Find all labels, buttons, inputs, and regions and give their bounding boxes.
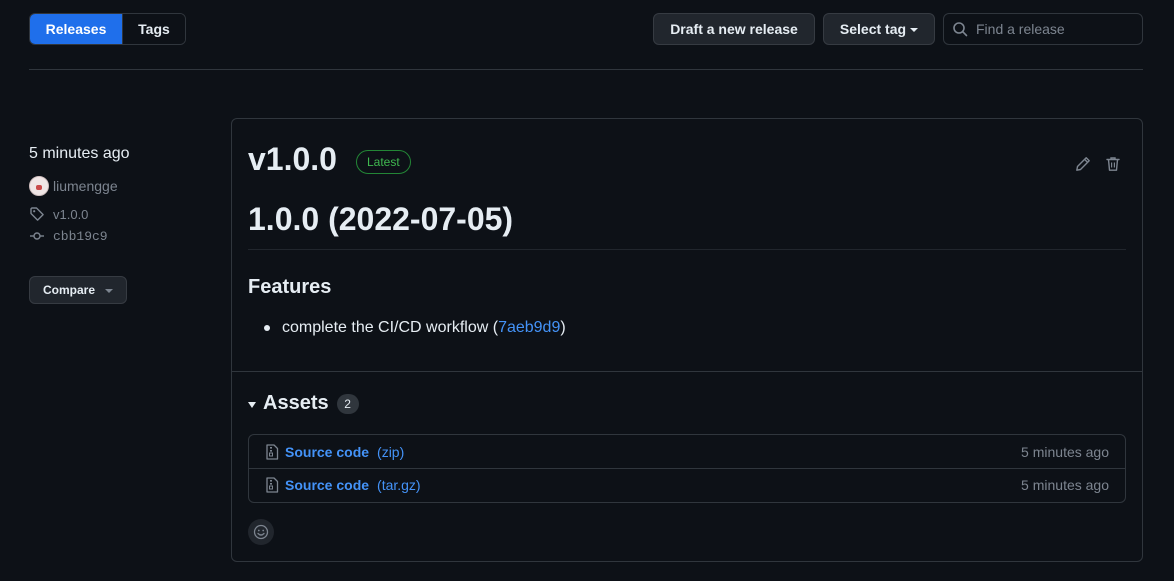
draft-new-release-label: Draft a new release bbox=[670, 21, 798, 37]
latest-badge: Latest bbox=[356, 150, 411, 174]
card-divider bbox=[232, 371, 1142, 372]
search-input[interactable] bbox=[976, 21, 1136, 37]
features-heading: Features bbox=[248, 276, 332, 298]
tab-tags[interactable]: Tags bbox=[122, 14, 185, 44]
header-divider bbox=[29, 69, 1143, 70]
triangle-down-icon bbox=[248, 401, 256, 408]
delete-release-button[interactable] bbox=[1105, 156, 1121, 175]
chevron-down-icon bbox=[105, 289, 113, 293]
release-title[interactable]: v1.0.0 bbox=[248, 141, 337, 178]
list-item: complete the CI/CD workflow (7aeb9d9) bbox=[264, 319, 566, 337]
tag-name[interactable]: v1.0.0 bbox=[53, 207, 88, 222]
tag-icon bbox=[30, 207, 44, 221]
asset-time: 5 minutes ago bbox=[1021, 443, 1109, 460]
select-tag-button[interactable]: Select tag bbox=[823, 13, 935, 45]
release-time: 5 minutes ago bbox=[29, 145, 130, 162]
assets-label: Assets bbox=[263, 392, 329, 414]
chevron-down-icon bbox=[910, 28, 919, 32]
heading-divider bbox=[248, 249, 1126, 250]
asset-row[interactable]: Source code (tar.gz) 5 minutes ago bbox=[249, 468, 1125, 501]
assets-count-badge: 2 bbox=[336, 393, 359, 414]
asset-format[interactable]: (zip) bbox=[377, 444, 404, 460]
asset-name[interactable]: Source code bbox=[285, 444, 369, 460]
compare-label: Compare bbox=[42, 283, 95, 297]
file-zip-icon bbox=[266, 443, 279, 460]
assets-toggle[interactable]: Assets 2 bbox=[248, 392, 359, 415]
edit-release-button[interactable] bbox=[1075, 156, 1091, 175]
select-tag-label: Select tag bbox=[839, 21, 907, 37]
tab-releases[interactable]: Releases bbox=[30, 14, 122, 44]
add-reaction-button[interactable] bbox=[248, 519, 274, 545]
draft-new-release-button[interactable]: Draft a new release bbox=[653, 13, 815, 45]
smiley-icon bbox=[253, 524, 269, 540]
release-commit[interactable]: cbb19c9 bbox=[29, 228, 108, 244]
release-card: v1.0.0 Latest 1.0.0 (2022-07-05) Feature… bbox=[231, 118, 1143, 562]
feature-text-end: ) bbox=[560, 319, 566, 336]
feature-text: complete the CI/CD workflow ( bbox=[282, 319, 499, 336]
asset-name[interactable]: Source code bbox=[285, 477, 369, 493]
pencil-icon bbox=[1076, 157, 1090, 171]
releases-tags-switch: Releases Tags bbox=[29, 13, 186, 45]
release-author[interactable]: liumengge bbox=[29, 176, 118, 196]
asset-row[interactable]: Source code (zip) 5 minutes ago bbox=[249, 435, 1125, 468]
search-icon bbox=[953, 22, 968, 37]
commit-sha[interactable]: cbb19c9 bbox=[53, 229, 108, 244]
trash-icon bbox=[1106, 157, 1120, 171]
assets-list: Source code (zip) 5 minutes ago Source c… bbox=[248, 434, 1126, 503]
file-zip-icon bbox=[266, 477, 279, 493]
release-heading: 1.0.0 (2022-07-05) bbox=[248, 201, 514, 237]
compare-button[interactable]: Compare bbox=[29, 276, 127, 304]
avatar bbox=[29, 176, 49, 196]
commit-link[interactable]: 7aeb9d9 bbox=[498, 319, 560, 337]
asset-time: 5 minutes ago bbox=[1021, 477, 1109, 493]
author-name[interactable]: liumengge bbox=[53, 178, 118, 194]
bullet-dot bbox=[264, 325, 270, 331]
asset-format[interactable]: (tar.gz) bbox=[377, 477, 421, 493]
commit-icon bbox=[30, 232, 44, 240]
release-search[interactable] bbox=[943, 13, 1143, 45]
release-tag[interactable]: v1.0.0 bbox=[29, 206, 88, 222]
